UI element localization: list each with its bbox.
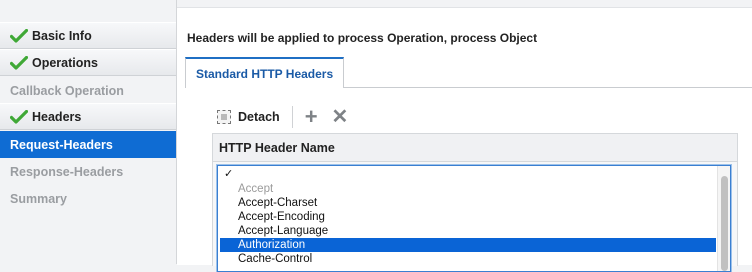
select-current-row[interactable]: ✓: [220, 167, 716, 181]
checkmark-icon: ✓: [224, 168, 234, 180]
sidebar-item-label: Headers: [32, 109, 82, 124]
sidebar-item-response-headers[interactable]: Response-Headers: [0, 158, 176, 185]
dropdown-option-authorization[interactable]: Authorization: [220, 238, 716, 252]
column-header-http-header-name[interactable]: HTTP Header Name: [213, 134, 737, 162]
sidebar-item-label: Basic Info: [32, 28, 92, 43]
scrollbar-thumb[interactable]: [721, 176, 728, 271]
sidebar-item-request-headers[interactable]: Request-Headers: [0, 131, 176, 158]
wizard-sidebar: Basic Info Operations Callback Operation…: [0, 0, 176, 264]
dropdown-option-accept-charset[interactable]: Accept-Charset: [220, 196, 716, 210]
toolbar-divider: [291, 106, 293, 128]
detach-label: Detach: [238, 110, 280, 124]
dropdown-option-accept: Accept: [238, 183, 274, 195]
header-name-select[interactable]: ✓ Accept Accept-Charset Accept-Encoding …: [217, 165, 731, 272]
sidebar-item-label: Request-Headers: [10, 137, 113, 152]
dropdown-option-accept-encoding[interactable]: Accept-Encoding: [220, 210, 716, 224]
table-toolbar: Detach + ✕: [217, 104, 362, 130]
plus-icon[interactable]: +: [305, 106, 318, 128]
dropdown-scrollbar[interactable]: [717, 166, 730, 271]
checkmark-icon: [10, 109, 28, 124]
detach-button[interactable]: Detach: [217, 110, 280, 124]
x-icon[interactable]: ✕: [332, 106, 349, 128]
tab-standard-http-headers[interactable]: Standard HTTP Headers: [185, 57, 345, 88]
sidebar-item-operations[interactable]: Operations: [0, 49, 176, 76]
sidebar-item-summary[interactable]: Summary: [0, 185, 176, 212]
page-title: Headers will be applied to process Opera…: [187, 31, 538, 45]
sidebar-item-label: Callback Operation: [10, 83, 124, 98]
detach-icon: [217, 110, 231, 124]
main-panel: Headers will be applied to process Opera…: [177, 7, 752, 272]
sidebar-item-basic-info[interactable]: Basic Info: [0, 22, 176, 49]
dropdown-option-accept-language[interactable]: Accept-Language: [220, 224, 716, 238]
sidebar-item-label: Operations: [32, 55, 98, 70]
checkmark-icon: [10, 28, 28, 43]
sidebar-item-label: Response-Headers: [10, 164, 124, 179]
sidebar-item-label: Summary: [10, 191, 67, 206]
checkmark-icon: [10, 55, 28, 70]
sidebar-item-headers[interactable]: Headers: [0, 103, 176, 130]
sidebar-item-callback-operation[interactable]: Callback Operation: [0, 77, 176, 104]
